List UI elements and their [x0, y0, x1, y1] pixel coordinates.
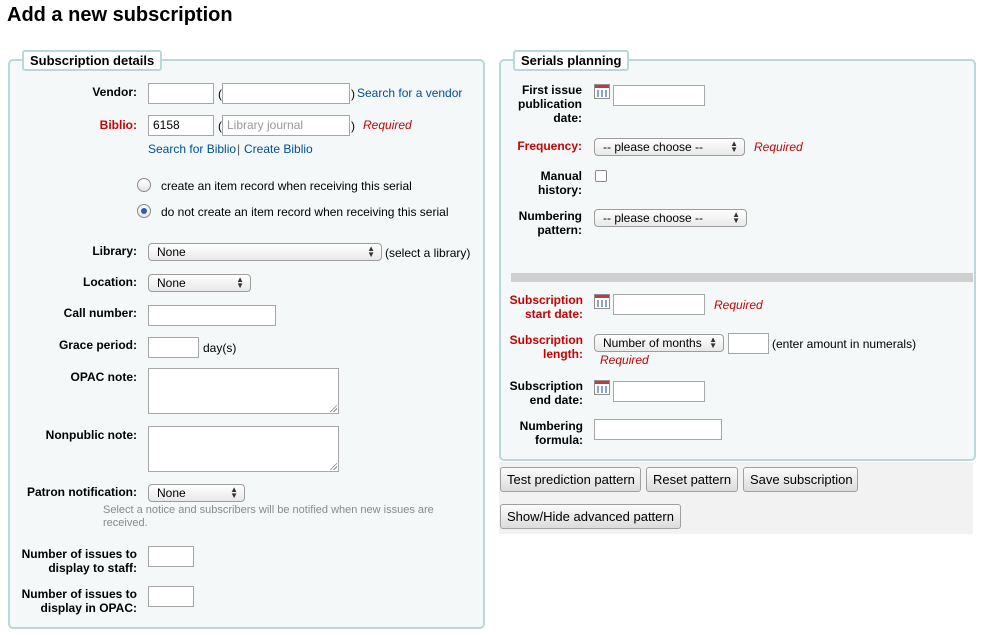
issues-staff-input[interactable] — [148, 546, 194, 567]
select-arrows-icon: ▲ ▼ — [236, 275, 244, 290]
reset-pattern-button[interactable]: Reset pattern — [646, 467, 738, 492]
library-hint: (select a library) — [385, 246, 471, 260]
library-label: Library: — [92, 244, 137, 258]
location-select[interactable]: None ▲ ▼ — [148, 274, 251, 292]
biblio-label: Biblio: — [99, 118, 137, 132]
end-date-input[interactable] — [613, 381, 705, 402]
length-unit-select[interactable]: Number of months ▲ ▼ — [594, 334, 724, 352]
numbering-formula-label: Numbering formula: — [519, 419, 583, 447]
frequency-label: Frequency: — [517, 139, 582, 153]
no-item-record-radio[interactable] — [137, 204, 151, 218]
start-date-required: Required — [714, 298, 763, 312]
select-arrows-icon: ▲ ▼ — [367, 244, 375, 259]
numbering-pattern-select-value: -- please choose -- — [603, 211, 704, 225]
manual-history-label: Manual history: — [537, 169, 582, 197]
issues-opac-input[interactable] — [148, 586, 194, 607]
grace-period-unit: day(s) — [203, 341, 237, 355]
frequency-required: Required — [754, 140, 803, 154]
no-item-record-label: do not create an item record when receiv… — [161, 205, 449, 219]
search-biblio-link[interactable]: Search for Biblio — [148, 142, 236, 156]
biblio-required: Required — [363, 118, 412, 132]
issues-opac-label: Number of issues to display in OPAC: — [21, 587, 137, 615]
subscription-details-legend: Subscription details — [22, 50, 163, 71]
frequency-select[interactable]: -- please choose -- ▲ ▼ — [594, 138, 745, 156]
frequency-select-value: -- please choose -- — [603, 140, 704, 154]
serials-planning-legend: Serials planning — [513, 50, 630, 71]
save-subscription-button[interactable]: Save subscription — [743, 467, 858, 492]
select-arrows-icon: ▲ ▼ — [230, 485, 238, 500]
numbering-pattern-select[interactable]: -- please choose -- ▲ ▼ — [594, 209, 747, 227]
call-number-input[interactable] — [148, 305, 276, 326]
opac-note-label: OPAC note: — [70, 370, 137, 384]
show-hide-advanced-button[interactable]: Show/Hide advanced pattern — [500, 504, 681, 529]
length-unit-select-value: Number of months — [603, 336, 702, 350]
test-prediction-button[interactable]: Test prediction pattern — [500, 467, 641, 492]
grace-period-label: Grace period: — [58, 338, 137, 352]
length-value-input[interactable] — [728, 333, 769, 354]
location-select-value: None — [157, 276, 186, 290]
calendar-icon[interactable] — [594, 294, 610, 309]
grace-period-input[interactable] — [148, 337, 199, 358]
page-title: Add a new subscription — [7, 4, 233, 26]
patron-notification-select-value: None — [157, 486, 186, 500]
patron-notification-hint: Select a notice and subscribers will be … — [103, 504, 434, 529]
start-date-label: Subscription start date: — [509, 293, 583, 321]
length-label: Subscription length: — [509, 333, 583, 361]
select-arrows-icon: ▲ ▼ — [709, 335, 717, 350]
numbering-pattern-label: Numbering pattern: — [518, 209, 582, 237]
first-issue-input[interactable] — [613, 85, 705, 106]
patron-notification-label: Patron notification: — [27, 485, 137, 499]
biblio-id-input[interactable]: 6158 — [148, 115, 214, 136]
patron-notification-select[interactable]: None ▲ ▼ — [148, 484, 245, 502]
create-item-record-label: create an item record when receiving thi… — [161, 179, 412, 193]
call-number-label: Call number: — [63, 306, 137, 320]
end-date-label: Subscription end date: — [509, 379, 583, 407]
library-select[interactable]: None ▲ ▼ — [148, 243, 382, 261]
vendor-label: Vendor: — [92, 85, 137, 99]
opac-note-textarea[interactable] — [148, 368, 339, 414]
start-date-input[interactable] — [613, 294, 705, 315]
calendar-icon[interactable] — [594, 84, 610, 99]
section-divider — [511, 273, 973, 282]
length-hint: (enter amount in numerals) — [772, 337, 917, 351]
length-required: Required — [600, 353, 649, 367]
manual-history-checkbox[interactable] — [595, 170, 607, 182]
search-vendor-link[interactable]: Search for a vendor — [357, 86, 462, 100]
vendor-id-input[interactable] — [148, 83, 214, 104]
calendar-icon[interactable] — [594, 380, 610, 395]
create-biblio-link[interactable]: Create Biblio — [244, 142, 313, 156]
vendor-paren-close: ) — [351, 87, 355, 101]
first-issue-label: First issue publication date: — [518, 83, 582, 125]
biblio-paren-close: ) — [351, 119, 355, 133]
vendor-name-input[interactable] — [222, 83, 350, 104]
select-arrows-icon: ▲ ▼ — [730, 139, 738, 154]
biblio-link-separator: | — [237, 142, 241, 156]
location-label: Location: — [83, 275, 137, 289]
select-arrows-icon: ▲ ▼ — [732, 210, 740, 225]
nonpublic-note-label: Nonpublic note: — [45, 428, 137, 442]
numbering-formula-input[interactable] — [594, 419, 722, 440]
issues-staff-label: Number of issues to display to staff: — [21, 547, 137, 575]
library-select-value: None — [157, 245, 186, 259]
nonpublic-note-textarea[interactable] — [148, 426, 339, 472]
create-item-record-radio[interactable] — [137, 178, 151, 192]
biblio-title-input[interactable]: Library journal — [222, 115, 350, 136]
